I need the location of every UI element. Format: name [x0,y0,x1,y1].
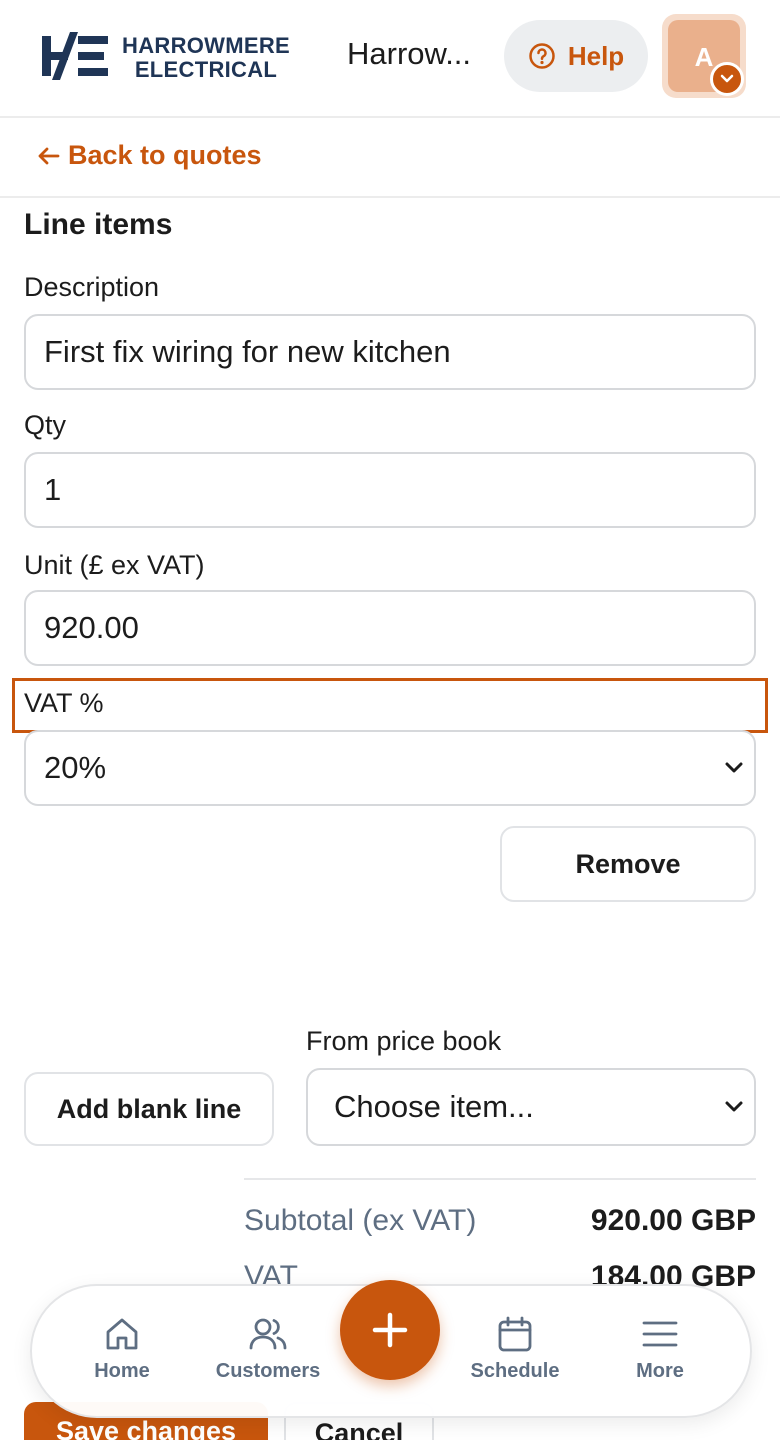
chevron-down-icon [710,62,744,96]
nav-more[interactable]: More [595,1314,725,1383]
logo-line-2: ELECTRICAL [134,57,278,82]
vat-label-focus-outline [12,678,768,733]
unit-price-input[interactable]: 920.00 [24,590,756,666]
add-blank-line-button[interactable]: Add blank line [24,1072,274,1146]
user-avatar-menu[interactable]: A [662,14,746,98]
plus-icon [372,1312,408,1348]
totals-divider [244,1178,756,1180]
logo-line-1: HARROWMERE [122,33,290,58]
subtotal-label: Subtotal (ex VAT) [244,1204,477,1237]
price-book-select-value: Choose item... [334,1089,534,1124]
nav-schedule-label: Schedule [470,1360,560,1382]
help-icon [529,43,555,69]
organisation-name: Harrow... [347,36,472,71]
logo-text: HARROWMERE ELECTRICAL [122,34,290,82]
chevron-down-icon [725,762,743,773]
arrow-left-icon [38,147,60,164]
nav-home[interactable]: Home [57,1314,187,1383]
nav-customers-label: Customers [215,1360,321,1382]
help-label: Help [567,40,625,71]
chevron-down-icon [725,1101,743,1112]
back-label: Back to quotes [68,140,262,170]
price-book-label: From price book [306,1026,502,1056]
line-items-title: Line items [24,208,173,241]
menu-icon [642,1321,678,1347]
calendar-icon [498,1316,532,1352]
nav-more-label: More [636,1360,684,1382]
app-header: HARROWMERE ELECTRICAL Harrow... Help A [0,0,780,118]
unit-price-label: Unit (£ ex VAT) [24,550,205,580]
vat-select[interactable]: 20% [24,730,756,806]
qty-label: Qty [24,410,67,440]
help-button[interactable]: Help [504,20,648,92]
back-bar: Back to quotes [0,120,780,198]
nav-schedule[interactable]: Schedule [450,1314,580,1383]
nav-customers[interactable]: Customers [203,1314,333,1383]
description-input[interactable]: First fix wiring for new kitchen [24,314,756,390]
logo-mark-icon [42,32,108,80]
create-new-button[interactable] [340,1280,440,1380]
remove-line-button[interactable]: Remove [500,826,756,902]
nav-home-label: Home [94,1360,150,1382]
subtotal-value: 920.00 GBP [590,1204,756,1237]
vat-select-value: 20% [44,750,107,785]
company-logo[interactable]: HARROWMERE ELECTRICAL [40,30,310,82]
home-icon [106,1318,138,1350]
price-book-select[interactable]: Choose item... [306,1068,756,1146]
qty-input[interactable]: 1 [24,452,756,528]
vat-label: VAT % [24,688,104,718]
back-to-quotes-link[interactable]: Back to quotes [36,140,262,171]
customers-icon [249,1318,287,1350]
description-label: Description [24,272,160,302]
